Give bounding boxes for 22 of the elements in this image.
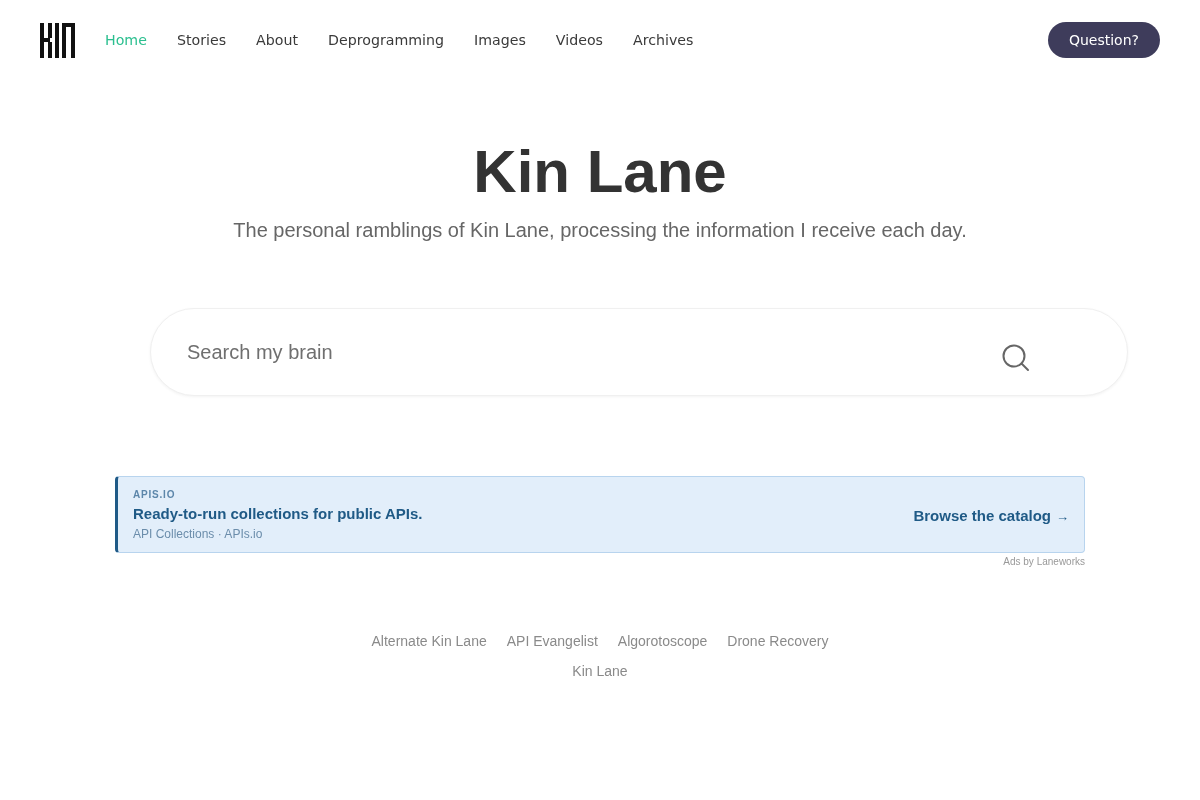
ad-headline: Ready-to-run collections for public APIs. <box>133 503 423 524</box>
footer-link[interactable]: Algorotoscope <box>617 633 708 649</box>
nav-link[interactable]: Archives <box>633 32 694 48</box>
search-field[interactable]: Search my brain <box>150 308 1128 396</box>
nav-link[interactable]: Stories <box>176 32 227 48</box>
ad-label: APIS.IO <box>133 487 177 502</box>
browse-link[interactable]: Browse the catalog → <box>913 507 1069 524</box>
nav-link[interactable]: About <box>256 32 298 48</box>
search-icon <box>1002 344 1030 372</box>
footer-link[interactable]: API Evangelist <box>506 633 598 649</box>
nav-link[interactable]: Images <box>474 32 526 48</box>
footer-link[interactable]: Alternate Kin Lane <box>371 633 487 649</box>
ad-source: API Collections · APIs.io <box>133 525 264 542</box>
logo-icon <box>40 22 75 58</box>
footer-credit[interactable]: Kin Lane <box>572 663 628 679</box>
footer-link[interactable]: Drone Recovery <box>727 633 829 649</box>
site-title: Kin Lane <box>473 138 727 206</box>
question-button[interactable]: Question? <box>1047 22 1160 58</box>
nav-link[interactable]: Deprogramming <box>328 32 444 48</box>
site-tagline: The personal ramblings of Kin Lane, processing the information I receive each day. <box>233 218 967 242</box>
ad-credit: Ads by Laneworks <box>1003 555 1085 569</box>
nav-link[interactable]: Videos <box>555 32 603 48</box>
